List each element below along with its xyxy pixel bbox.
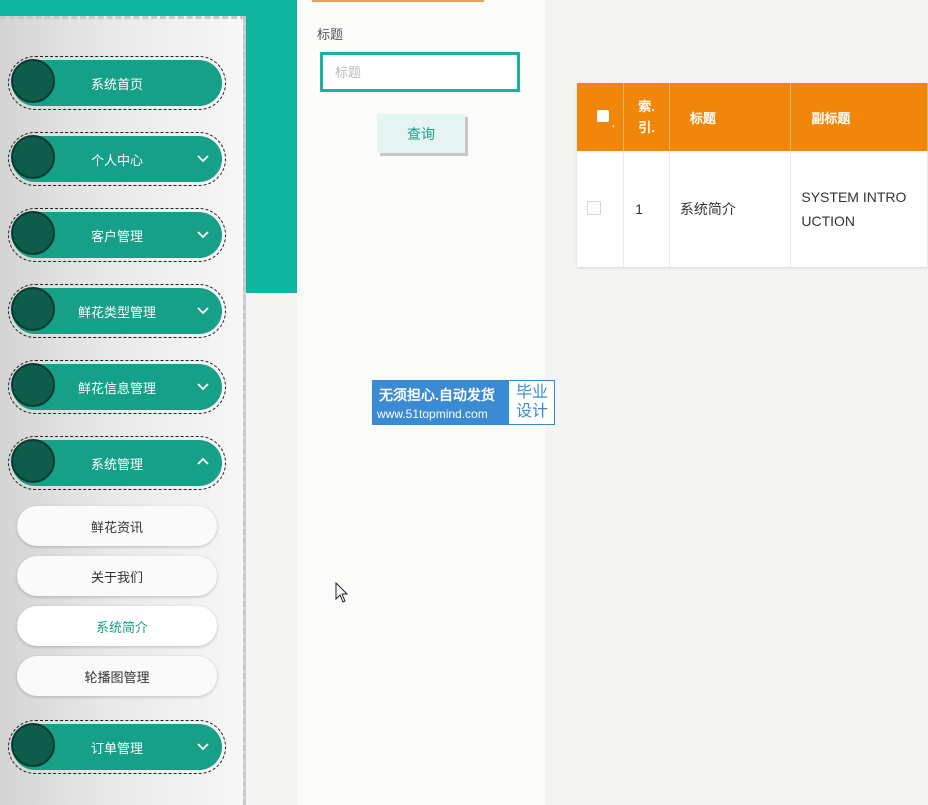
- menu-item-flower-info-management[interactable]: 鲜花信息管理: [8, 360, 226, 414]
- menu-item-label: 客户管理: [90, 228, 143, 244]
- menu-item-label: 系统管理: [90, 456, 143, 472]
- select-all-header[interactable]: .: [577, 83, 625, 151]
- table-row[interactable]: 1 系统简介 SYSTEM INTRO UCTION: [577, 151, 928, 267]
- index-cell: 1: [623, 151, 670, 267]
- submenu-item-about-us[interactable]: 关于我们: [17, 556, 217, 596]
- row-select-cell[interactable]: [577, 151, 625, 267]
- menu-item-personal-center[interactable]: 个人中心: [8, 132, 226, 186]
- watermark-badge: 无须担心.自动发货 www.51topmind.com 毕业 设计: [372, 380, 555, 425]
- menu-item-system-management[interactable]: 系统管理: [8, 436, 226, 490]
- menu-item-customer-management[interactable]: 客户管理: [8, 208, 226, 262]
- menu-item-home[interactable]: 系统首页: [8, 56, 226, 110]
- title-search-input[interactable]: [320, 52, 520, 92]
- menu-item-label: 系统首页: [90, 76, 143, 92]
- title-header: 标题: [669, 83, 792, 151]
- sidebar: 系统首页 个人中心 客户管理 鲜花类型管理 鲜花信息管理 系统管理 鲜花资讯 关…: [0, 16, 246, 805]
- chevron-down-icon: [197, 383, 209, 391]
- menu-item-flower-type-management[interactable]: 鲜花类型管理: [8, 284, 226, 338]
- data-table: . 索. 引. 标题 副标题 1 系统简介 SYSTEM INTRO UCTIO…: [577, 83, 928, 267]
- subtitle-cell: SYSTEM INTRO UCTION: [790, 151, 928, 267]
- submenu-item-flower-news[interactable]: 鲜花资讯: [17, 506, 217, 546]
- query-button[interactable]: 查询: [377, 114, 465, 153]
- chevron-down-icon: [197, 155, 209, 163]
- menu-item-label: 鲜花信息管理: [77, 380, 156, 396]
- submenu-item-carousel-management[interactable]: 轮播图管理: [17, 656, 217, 696]
- index-header: 索. 引.: [623, 83, 670, 151]
- chevron-down-icon: [197, 307, 209, 315]
- menu-item-order-management[interactable]: 订单管理: [8, 720, 226, 774]
- menu-item-label: 个人中心: [90, 152, 143, 168]
- subtitle-header: 副标题: [790, 83, 928, 151]
- mouse-cursor-icon: [335, 582, 349, 603]
- chevron-up-icon: [197, 457, 209, 465]
- chevron-down-icon: [197, 231, 209, 239]
- row-checkbox[interactable]: [587, 200, 601, 215]
- chevron-down-icon: [197, 743, 209, 751]
- submenu-item-label: 系统简介: [95, 619, 148, 635]
- menu-item-label: 鲜花类型管理: [77, 304, 156, 320]
- search-label: 标题: [317, 27, 344, 42]
- table-header-row: . 索. 引. 标题 副标题: [577, 83, 928, 151]
- menu-item-label: 订单管理: [90, 740, 143, 756]
- submenu-item-system-intro[interactable]: 系统简介: [17, 606, 217, 646]
- active-tab-indicator: [312, 0, 484, 2]
- select-all-checkbox[interactable]: .: [597, 109, 615, 130]
- title-cell: 系统简介: [669, 151, 792, 267]
